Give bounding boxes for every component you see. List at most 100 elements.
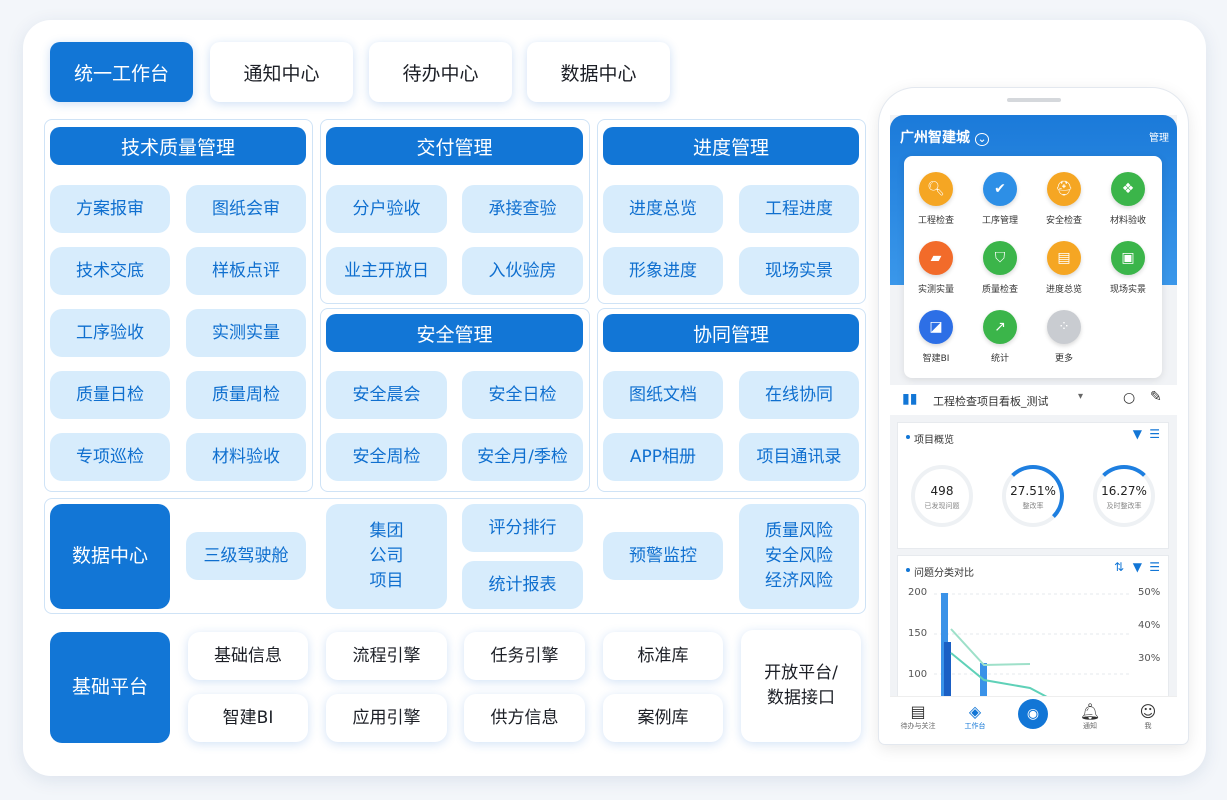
item-plan-review[interactable]: 方案报审	[50, 185, 170, 233]
app-site-live[interactable]: ▣ 现场实景	[1096, 241, 1160, 295]
bar-chart-icon: ▮▮	[902, 391, 918, 407]
search-icon: 🔍︎	[919, 172, 953, 206]
item-smart-bi[interactable]: 智建BI	[188, 694, 308, 742]
item-safety-morning[interactable]: 安全晨会	[326, 371, 447, 419]
document-icon: ▤	[910, 702, 926, 721]
app-progress-overview[interactable]: ▤ 进度总览	[1032, 241, 1096, 295]
open-platform-line1: 开放平台/	[764, 663, 838, 683]
app-smart-bi[interactable]: ◪ 智建BI	[904, 310, 968, 364]
tab-workbench-mobile[interactable]: ◈ 工作台	[953, 703, 997, 731]
ruler-icon: ▰	[919, 241, 953, 275]
phone-city-selector[interactable]: 广州智建城 ⌄	[900, 127, 990, 147]
app-more[interactable]: ⁘ 更多	[1032, 310, 1096, 364]
stat-value: 16.27%	[1101, 484, 1147, 498]
phone-screen: 广州智建城 ⌄ 管理 🔍︎ 工程检查 ✔ 工序管理 ⛑ 安全检查 ❖ 材料验收 ▰ 实测实…	[890, 115, 1177, 744]
item-supplier-info[interactable]: 供方信息	[464, 694, 585, 742]
board-selector-bar[interactable]: ▮▮ 工程检查项目看板_测试 ▾ ○ ✎	[890, 385, 1177, 415]
phone-manage-link[interactable]: 管理	[1149, 129, 1169, 144]
app-material-accept[interactable]: ❖ 材料验收	[1096, 172, 1160, 226]
open-platform-line2: 数据接口	[767, 688, 835, 708]
item-app-engine[interactable]: 应用引擎	[326, 694, 447, 742]
sort-icon[interactable]: ⇅	[1114, 560, 1124, 574]
item-move-in-inspection[interactable]: 入伙验房	[462, 247, 583, 295]
tab-label: 我	[1144, 722, 1152, 730]
item-risks[interactable]: 质量风险 安全风险 经济风险	[739, 504, 859, 609]
collab-title: 协同管理	[603, 314, 859, 352]
app-safety-inspect[interactable]: ⛑ 安全检查	[1032, 172, 1096, 226]
item-sample-review[interactable]: 样板点评	[186, 247, 306, 295]
item-stat-report[interactable]: 统计报表	[462, 561, 583, 609]
item-task-engine[interactable]: 任务引擎	[464, 632, 585, 680]
level-project: 项目	[369, 571, 404, 591]
tab-label: 工作台	[964, 722, 986, 730]
check-icon: ✔	[983, 172, 1017, 206]
app-quality-inspect[interactable]: ⛉ 质量检查	[968, 241, 1032, 295]
app-statistics[interactable]: ↗ 统计	[968, 310, 1032, 364]
tab-data-center[interactable]: 数据中心	[527, 42, 670, 102]
item-project-contacts[interactable]: 项目通讯录	[739, 433, 859, 481]
level-group: 集团	[369, 521, 404, 541]
data-center-label[interactable]: 数据中心	[50, 504, 170, 609]
item-process-acceptance[interactable]: 工序验收	[50, 309, 170, 357]
tab-todo-follow[interactable]: ▤ 待办与关注	[896, 703, 940, 731]
tab-notify[interactable]: 🔔︎ 通知	[1068, 703, 1112, 731]
menu-icon[interactable]: ☰	[1149, 560, 1160, 574]
item-quality-daily[interactable]: 质量日检	[50, 371, 170, 419]
edit-icon[interactable]: ✎	[1150, 389, 1162, 405]
item-standard-lib[interactable]: 标准库	[603, 632, 723, 680]
item-tech-briefing[interactable]: 技术交底	[50, 247, 170, 295]
tab-notifications[interactable]: 通知中心	[210, 42, 353, 102]
item-score-ranking[interactable]: 评分排行	[462, 504, 583, 552]
item-safety-daily[interactable]: 安全日检	[462, 371, 583, 419]
item-base-info[interactable]: 基础信息	[188, 632, 308, 680]
app-process-manage[interactable]: ✔ 工序管理	[968, 172, 1032, 226]
item-progress-overview[interactable]: 进度总览	[603, 185, 723, 233]
item-online-collab[interactable]: 在线协同	[739, 371, 859, 419]
tab-todo[interactable]: 待办中心	[369, 42, 512, 102]
item-warning-monitor[interactable]: 预警监控	[603, 532, 723, 580]
base-platform-label[interactable]: 基础平台	[50, 632, 170, 743]
app-label: 工程检查	[917, 216, 954, 226]
tab-me[interactable]: ☺ 我	[1126, 703, 1170, 731]
stat-label: 及时整改率	[1106, 502, 1142, 510]
item-image-progress[interactable]: 形象进度	[603, 247, 723, 295]
stat-rectify-rate: 27.51% 整改率	[1002, 465, 1064, 527]
item-project-progress[interactable]: 工程进度	[739, 185, 859, 233]
item-drawing-docs[interactable]: 图纸文档	[603, 371, 723, 419]
tab-camera[interactable]: ◉	[1011, 699, 1055, 729]
menu-icon[interactable]: ☰	[1149, 427, 1160, 441]
item-material-acceptance[interactable]: 材料验收	[186, 433, 306, 481]
item-flow-engine[interactable]: 流程引擎	[326, 632, 447, 680]
filter-icon[interactable]: ▼	[1133, 560, 1142, 574]
item-app-album[interactable]: APP相册	[603, 433, 723, 481]
item-drawing-review[interactable]: 图纸会审	[186, 185, 306, 233]
item-measurement[interactable]: 实测实量	[186, 309, 306, 357]
item-safety-weekly[interactable]: 安全周检	[326, 433, 447, 481]
app-project-inspect[interactable]: 🔍︎ 工程检查	[904, 172, 968, 226]
phone-speaker	[1007, 98, 1061, 102]
app-label: 工序管理	[981, 216, 1018, 226]
compare-title: 问题分类对比	[914, 568, 974, 579]
app-measure[interactable]: ▰ 实测实量	[904, 241, 968, 295]
item-cockpit[interactable]: 三级驾驶舱	[186, 532, 306, 580]
risk-safety: 安全风险	[765, 546, 833, 566]
item-safety-monthly[interactable]: 安全月/季检	[462, 433, 583, 481]
item-unit-acceptance[interactable]: 分户验收	[326, 185, 447, 233]
refresh-icon[interactable]: ○	[1123, 390, 1135, 406]
board-title: 工程检查项目看板_测试	[933, 395, 1049, 408]
item-owner-open-day[interactable]: 业主开放日	[326, 247, 447, 295]
y-right-tick: 30%	[1138, 653, 1161, 664]
filter-icon[interactable]: ▼	[1133, 427, 1142, 441]
chevron-down-icon: ⌄	[974, 133, 990, 146]
item-levels[interactable]: 集团 公司 项目	[326, 504, 447, 609]
tab-workbench[interactable]: 统一工作台	[50, 42, 193, 102]
item-case-lib[interactable]: 案例库	[603, 694, 723, 742]
item-special-patrol[interactable]: 专项巡检	[50, 433, 170, 481]
item-open-platform[interactable]: 开放平台/ 数据接口	[741, 630, 861, 742]
item-handover-check[interactable]: 承接查验	[462, 185, 583, 233]
item-site-live[interactable]: 现场实景	[739, 247, 859, 295]
safety-title: 安全管理	[326, 314, 583, 352]
item-quality-weekly[interactable]: 质量周检	[186, 371, 306, 419]
helmet-icon: ⛑	[1047, 172, 1081, 206]
delivery-title: 交付管理	[326, 127, 583, 165]
